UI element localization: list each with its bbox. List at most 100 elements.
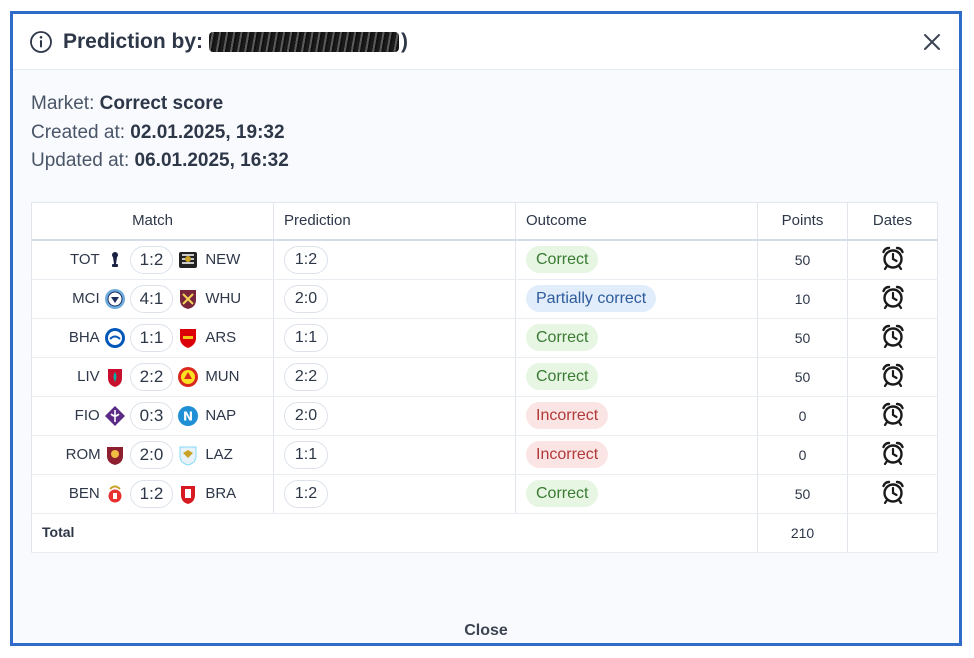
modal-body: Market: Correct score Created at: 02.01.… [13, 70, 959, 643]
points-cell: 50 [757, 357, 848, 397]
outcome-badge: Correct [526, 246, 599, 274]
home-team: TOT [69, 251, 100, 269]
table-row: BEN 1:2 BRA 1:2 Correct 50 [31, 474, 938, 514]
outcome-badge: Correct [526, 324, 599, 351]
home-team: MCI [72, 290, 100, 307]
alarm-clock-icon[interactable] [880, 401, 906, 427]
prediction-score: 2:0 [284, 401, 328, 430]
outcome-badge: Partially correct [526, 285, 657, 312]
match-score: 1:2 [129, 245, 174, 274]
napoli-crest: N [177, 405, 199, 427]
table-row: TOT 1:2 NEW 1:2 Correct 50 [31, 240, 938, 280]
market-value: Correct score [99, 93, 224, 114]
away-team: WHU [205, 290, 242, 307]
match-cell: BEN 1:2 BRA [31, 474, 274, 514]
match-cell: BHA 1:1 ARS [31, 318, 274, 358]
match-content: ROM 2:0 LAZ [42, 440, 263, 469]
outcome-cell: Partially correct [515, 279, 758, 319]
created-value: 02.01.2025, 19:32 [130, 121, 285, 143]
home-team: FIO [74, 407, 100, 424]
prediction-score: 1:1 [284, 323, 328, 352]
prediction-score: 1:2 [284, 479, 328, 508]
table-row: FIO 0:3 N NAP 2:0 Incorrect 0 [31, 396, 938, 436]
newcastle-crest [177, 249, 199, 271]
outcome-cell: Correct [515, 474, 758, 514]
outcome-cell: Correct [515, 357, 758, 397]
outcome-badge: Correct [526, 480, 599, 507]
benfica-crest [104, 483, 126, 505]
modal-title: Prediction by: ) [63, 30, 408, 54]
points-cell: 0 [757, 435, 848, 475]
match-score: 1:1 [129, 323, 174, 352]
lazio-crest [177, 444, 199, 466]
away-team: BRA [205, 485, 237, 502]
updated-line: Updated at: 06.01.2025, 16:32 [31, 147, 941, 176]
home-team: BHA [68, 329, 100, 346]
close-icon[interactable] [919, 29, 945, 55]
total-label-cell: Total [31, 513, 758, 553]
close-button[interactable]: Close [13, 622, 959, 640]
points-cell: 50 [757, 474, 848, 514]
fiorentina-crest [104, 405, 126, 427]
dates-cell [847, 474, 938, 514]
match-content: BHA 1:1 ARS [42, 323, 263, 352]
home-team: ROM [65, 446, 101, 463]
man-city-crest [104, 288, 126, 310]
prediction-cell: 2:0 [273, 396, 516, 436]
brighton-crest [104, 327, 126, 349]
created-line: Created at: 02.01.2025, 19:32 [31, 119, 941, 148]
prediction-score: 1:1 [284, 440, 328, 469]
match-content: BEN 1:2 BRA [42, 479, 263, 508]
points-cell: 50 [757, 240, 848, 280]
home-team: LIV [77, 368, 100, 385]
match-score: 4:1 [129, 284, 174, 313]
match-cell: FIO 0:3 N NAP [31, 396, 274, 436]
alarm-clock-icon[interactable] [880, 245, 906, 271]
updated-label: Updated at: [31, 150, 130, 171]
table-row: ROM 2:0 LAZ 1:1 Incorrect 0 [31, 435, 938, 475]
points-cell: 0 [757, 396, 848, 436]
info-icon [29, 30, 53, 54]
match-score: 2:0 [129, 440, 174, 469]
redacted-username [209, 31, 400, 52]
man-united-crest [177, 366, 199, 388]
alarm-clock-icon[interactable] [880, 362, 906, 388]
match-score: 0:3 [129, 401, 174, 430]
alarm-clock-icon[interactable] [880, 440, 906, 466]
outcome-cell: Correct [515, 240, 758, 280]
match-cell: ROM 2:0 LAZ [31, 435, 274, 475]
away-team: NEW [205, 251, 241, 269]
match-score: 2:2 [129, 362, 174, 391]
prediction-cell: 2:0 [273, 279, 516, 319]
total-label: Total [42, 524, 75, 540]
alarm-clock-icon[interactable] [880, 323, 906, 349]
table-row: MCI 4:1 WHU 2:0 Partially correct 10 [31, 279, 938, 319]
match-cell: LIV 2:2 MUN [31, 357, 274, 397]
header-prediction: Prediction [273, 202, 516, 241]
prediction-cell: 1:2 [273, 474, 516, 514]
header-match: Match [31, 202, 274, 241]
prediction-cell: 1:2 [273, 240, 516, 280]
updated-value: 06.01.2025, 16:32 [134, 150, 289, 171]
created-label: Created at: [31, 121, 125, 143]
total-row: Total 210 [31, 513, 938, 553]
tottenham-crest [104, 249, 126, 271]
outcome-cell: Incorrect [515, 435, 758, 475]
table-row: LIV 2:2 MUN 2:2 Correct 50 [31, 357, 938, 397]
away-team: MUN [205, 368, 240, 385]
roma-crest [104, 444, 126, 466]
match-content: TOT 1:2 NEW [42, 245, 263, 274]
braga-crest [177, 483, 199, 505]
dates-cell [847, 357, 938, 397]
match-cell: TOT 1:2 NEW [31, 240, 274, 280]
modal-title-suffix: ) [401, 29, 409, 53]
total-points: 210 [757, 513, 848, 553]
match-cell: MCI 4:1 WHU [31, 279, 274, 319]
west-ham-crest [177, 288, 199, 310]
alarm-clock-icon[interactable] [880, 479, 906, 505]
away-team: ARS [205, 329, 237, 346]
alarm-clock-icon[interactable] [880, 284, 906, 310]
dates-cell [847, 396, 938, 436]
prediction-score: 2:0 [284, 284, 328, 313]
table-row: BHA 1:1 ARS 1:1 Correct 50 [31, 318, 938, 358]
